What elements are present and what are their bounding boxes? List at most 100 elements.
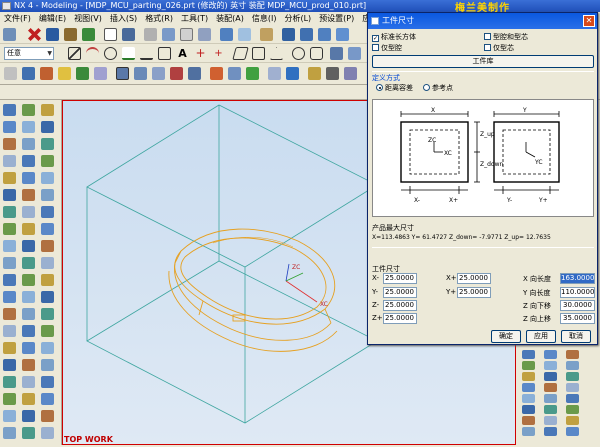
curve-icon[interactable] bbox=[140, 47, 153, 60]
feature-tool-icon[interactable] bbox=[3, 359, 16, 371]
feature-tool-icon[interactable] bbox=[22, 189, 35, 201]
feature-tool-icon[interactable] bbox=[41, 308, 54, 320]
feature-tool-icon[interactable] bbox=[3, 342, 16, 354]
shrink-icon[interactable] bbox=[40, 67, 53, 80]
feature-tool-icon[interactable] bbox=[3, 308, 16, 320]
undo-icon[interactable] bbox=[46, 28, 59, 41]
y-minus-input[interactable]: 25.0000 bbox=[383, 287, 417, 298]
feature-tool-icon[interactable] bbox=[3, 206, 16, 218]
text-icon[interactable]: A bbox=[176, 47, 189, 60]
option-cavity-core[interactable]: 型腔和型芯 bbox=[484, 33, 528, 42]
feature-tool-icon[interactable] bbox=[3, 291, 16, 303]
cube-front-icon[interactable] bbox=[300, 28, 313, 41]
feature-tool-icon[interactable] bbox=[22, 308, 35, 320]
pan-icon[interactable] bbox=[198, 28, 211, 41]
feature-tool-icon[interactable] bbox=[3, 376, 16, 388]
feature-tool-icon[interactable] bbox=[3, 223, 16, 235]
feature-tool-icon[interactable] bbox=[22, 427, 35, 439]
side-tool-icon[interactable] bbox=[522, 383, 535, 392]
view-icon[interactable] bbox=[260, 28, 273, 41]
radio-reference-point[interactable]: 参考点 bbox=[423, 83, 453, 93]
family-icon[interactable] bbox=[94, 67, 107, 80]
feature-tool-icon[interactable] bbox=[3, 274, 16, 286]
side-tool-icon[interactable] bbox=[544, 350, 557, 359]
feature-tool-icon[interactable] bbox=[3, 410, 16, 422]
feature-tool-icon[interactable] bbox=[3, 155, 16, 167]
side-tool-icon[interactable] bbox=[544, 372, 557, 381]
line-icon[interactable] bbox=[68, 47, 81, 60]
option-core-only[interactable]: 仅型芯 bbox=[484, 44, 514, 53]
side-tool-icon[interactable] bbox=[566, 427, 579, 436]
feature-tool-icon[interactable] bbox=[22, 393, 35, 405]
menu-tools[interactable]: 工具(T) bbox=[177, 12, 212, 25]
feature-tool-icon[interactable] bbox=[22, 274, 35, 286]
workpiece-library-button[interactable]: 工件库 bbox=[372, 55, 594, 68]
start-icon[interactable] bbox=[3, 28, 16, 41]
z-plus-input[interactable]: 25.0000 bbox=[383, 313, 417, 324]
feature-tool-icon[interactable] bbox=[22, 138, 35, 150]
menu-analysis[interactable]: 分析(L) bbox=[280, 12, 315, 25]
cancel-button[interactable]: 取消 bbox=[561, 330, 591, 343]
shaded-icon[interactable] bbox=[220, 28, 233, 41]
feature-tool-icon[interactable] bbox=[41, 257, 54, 269]
side-tool-icon[interactable] bbox=[566, 394, 579, 403]
info-icon[interactable] bbox=[104, 28, 117, 41]
side-tool-icon[interactable] bbox=[522, 394, 535, 403]
feature-tool-icon[interactable] bbox=[41, 240, 54, 252]
mold-init-icon[interactable] bbox=[4, 67, 17, 80]
side-tool-icon[interactable] bbox=[544, 416, 557, 425]
parting-icon[interactable] bbox=[134, 67, 147, 80]
z-down-input[interactable]: 30.0000 bbox=[560, 300, 595, 311]
feature-tool-icon[interactable] bbox=[22, 104, 35, 116]
layer-icon[interactable] bbox=[122, 28, 135, 41]
feature-tool-icon[interactable] bbox=[3, 138, 16, 150]
cube-side-icon[interactable] bbox=[336, 28, 349, 41]
plane-icon[interactable] bbox=[232, 47, 249, 60]
feature-tool-icon[interactable] bbox=[41, 393, 54, 405]
feature-tool-icon[interactable] bbox=[22, 359, 35, 371]
feature-tool-icon[interactable] bbox=[41, 291, 54, 303]
option-cavity-only[interactable]: 仅型腔 bbox=[372, 44, 402, 53]
project-icon[interactable] bbox=[348, 47, 361, 60]
feature-tool-icon[interactable] bbox=[41, 427, 54, 439]
feature-tool-icon[interactable] bbox=[3, 189, 16, 201]
feature-tool-icon[interactable] bbox=[41, 223, 54, 235]
square-icon[interactable] bbox=[252, 47, 265, 60]
pocket-icon[interactable] bbox=[344, 67, 357, 80]
cooling-icon[interactable] bbox=[286, 67, 299, 80]
close-button[interactable]: ✕ bbox=[583, 15, 595, 27]
point-set-icon[interactable]: + bbox=[212, 47, 225, 60]
workpiece-icon[interactable] bbox=[58, 67, 71, 80]
feature-tool-icon[interactable] bbox=[3, 104, 16, 116]
menu-preferences[interactable]: 预设置(P) bbox=[315, 12, 358, 25]
x-minus-input[interactable]: 25.0000 bbox=[383, 273, 417, 284]
point-icon[interactable]: + bbox=[194, 47, 207, 60]
feature-tool-icon[interactable] bbox=[41, 206, 54, 218]
menu-file[interactable]: 文件(F) bbox=[0, 12, 35, 25]
side-tool-icon[interactable] bbox=[544, 427, 557, 436]
feature-icons[interactable] bbox=[0, 100, 62, 445]
gate-icon[interactable] bbox=[246, 67, 259, 80]
feature-tool-icon[interactable] bbox=[22, 376, 35, 388]
side-tool-icon[interactable] bbox=[566, 383, 579, 392]
spline-icon[interactable] bbox=[122, 47, 135, 60]
filter-combo[interactable]: 任意 bbox=[4, 47, 54, 60]
rotate-icon[interactable] bbox=[180, 28, 193, 41]
subinsert-icon[interactable] bbox=[228, 67, 241, 80]
feature-tool-icon[interactable] bbox=[41, 155, 54, 167]
slider-icon[interactable] bbox=[210, 67, 223, 80]
feature-tool-icon[interactable] bbox=[41, 121, 54, 133]
y-length-input[interactable]: 110.0000 bbox=[560, 287, 595, 298]
side-tool-icon[interactable] bbox=[522, 372, 535, 381]
menu-edit[interactable]: 编辑(E) bbox=[35, 12, 70, 25]
feature-tool-icon[interactable] bbox=[41, 189, 54, 201]
electrode-icon[interactable] bbox=[308, 67, 321, 80]
menu-insert[interactable]: 插入(S) bbox=[106, 12, 141, 25]
offset-icon[interactable] bbox=[330, 47, 343, 60]
feature-tool-icon[interactable] bbox=[22, 240, 35, 252]
x-length-input[interactable]: 163.0000 bbox=[560, 273, 595, 284]
side-tool-icon[interactable] bbox=[544, 361, 557, 370]
circle-icon[interactable] bbox=[104, 47, 117, 60]
side-tool-icon[interactable] bbox=[522, 350, 535, 359]
feature-tool-icon[interactable] bbox=[41, 172, 54, 184]
